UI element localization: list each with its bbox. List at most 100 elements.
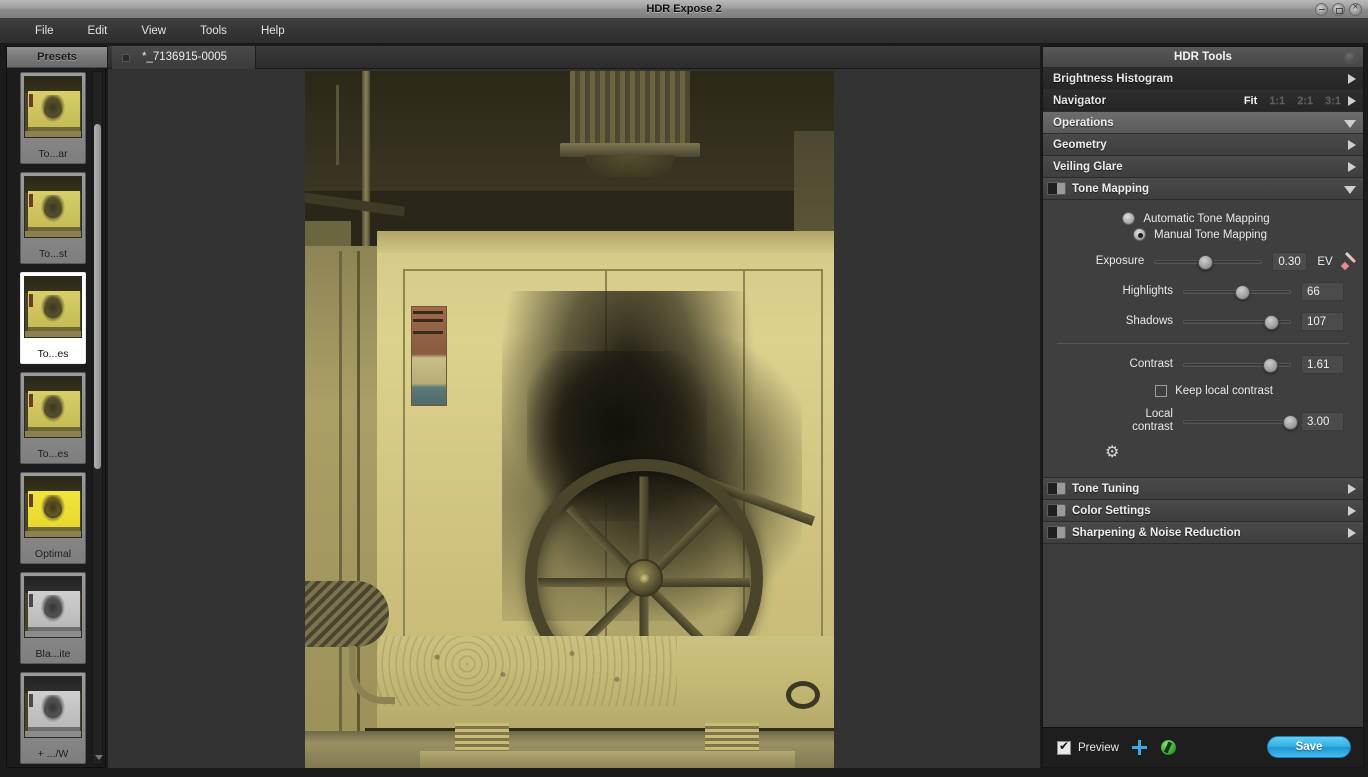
panel-options-icon[interactable] <box>1344 51 1357 64</box>
menu-bar: File Edit View Tools Help <box>0 19 1368 44</box>
sharpening-enable-toggle[interactable] <box>1047 526 1066 539</box>
automatic-tone-mapping-option[interactable]: Automatic Tone Mapping <box>1029 212 1363 225</box>
slider-thumb[interactable] <box>1283 414 1298 430</box>
preset-item[interactable]: To...es <box>20 372 86 464</box>
radio-icon[interactable] <box>1122 212 1136 225</box>
manual-tone-mapping-option[interactable]: Manual Tone Mapping <box>1037 228 1363 241</box>
slider-thumb[interactable] <box>1264 315 1279 330</box>
window-title: HDR Expose 2 <box>646 3 722 15</box>
section-operations[interactable]: Operations <box>1043 112 1363 134</box>
section-navigator[interactable]: Navigator Fit 1:1 2:1 3:1 <box>1043 90 1363 112</box>
contrast-value[interactable]: 1.61 <box>1301 355 1344 374</box>
color-settings-enable-toggle[interactable] <box>1047 504 1066 517</box>
eyedropper-icon[interactable] <box>1341 253 1355 271</box>
maximize-icon[interactable] <box>1332 3 1345 16</box>
section-label: Tone Mapping <box>1072 182 1150 195</box>
slider-label: Local contrast <box>1043 408 1183 434</box>
chevron-right-icon[interactable] <box>1348 140 1356 150</box>
chevron-down-icon[interactable] <box>1344 186 1356 194</box>
slider-thumb[interactable] <box>1235 285 1250 300</box>
preset-label: To...ar <box>38 148 68 160</box>
menu-item-edit[interactable]: Edit <box>71 22 125 40</box>
slider-label: Exposure <box>1095 255 1145 267</box>
option-label: Automatic Tone Mapping <box>1143 212 1270 225</box>
section-label: Operations <box>1053 116 1114 129</box>
zoom-1to1-button[interactable]: 1:1 <box>1269 95 1285 107</box>
sync-icon[interactable] <box>1160 740 1176 755</box>
preset-thumbnail <box>24 176 82 238</box>
preset-item[interactable]: + .../W <box>20 672 86 764</box>
chevron-right-icon[interactable] <box>1348 74 1356 84</box>
slider-thumb[interactable] <box>1263 358 1278 373</box>
chevron-down-icon[interactable] <box>1344 120 1356 128</box>
chevron-right-icon[interactable] <box>1348 506 1356 516</box>
highlights-value[interactable]: 66 <box>1301 282 1344 301</box>
preset-thumbnail <box>24 476 82 538</box>
preset-item[interactable]: To...st <box>20 172 86 264</box>
chevron-right-icon[interactable] <box>1348 528 1356 538</box>
document-tab[interactable]: *_7136915-0005 <box>112 46 256 69</box>
save-button[interactable]: Save <box>1267 736 1351 758</box>
advanced-options-row <box>1043 442 1363 467</box>
local-contrast-value[interactable]: 3.00 <box>1301 411 1344 431</box>
preset-item[interactable]: Optimal <box>20 472 86 564</box>
chevron-down-icon[interactable] <box>95 755 103 760</box>
image-canvas[interactable] <box>108 69 1040 768</box>
preset-item-selected[interactable]: To...es <box>20 272 86 364</box>
scrollbar-thumb[interactable] <box>94 124 101 469</box>
preset-item[interactable]: Bla...ite <box>20 572 86 664</box>
highlights-slider[interactable] <box>1183 285 1291 300</box>
preset-thumbnail <box>24 676 82 738</box>
zoom-fit-button[interactable]: Fit <box>1244 95 1257 107</box>
preview-checkbox[interactable] <box>1057 739 1071 755</box>
application-window: HDR Expose 2 File Edit View Tools Help P… <box>0 0 1368 777</box>
local-contrast-slider[interactable] <box>1183 414 1298 430</box>
zoom-2to1-button[interactable]: 2:1 <box>1297 95 1313 107</box>
preset-thumbnail <box>24 376 82 438</box>
menu-item-help[interactable]: Help <box>244 22 302 40</box>
preset-item[interactable]: To...ar <box>20 72 86 164</box>
exposure-value[interactable]: 0.30 <box>1272 252 1308 271</box>
exposure-unit: EV <box>1317 255 1333 268</box>
section-sharpening-noise-reduction[interactable]: Sharpening & Noise Reduction <box>1043 522 1363 544</box>
exposure-slider[interactable] <box>1154 255 1263 270</box>
menu-item-file[interactable]: File <box>18 22 71 40</box>
menu-item-view[interactable]: View <box>124 22 183 40</box>
shadows-slider[interactable] <box>1183 315 1291 330</box>
section-tone-mapping[interactable]: Tone Mapping <box>1043 178 1363 200</box>
preset-thumbnail <box>24 76 82 138</box>
section-tone-tuning[interactable]: Tone Tuning <box>1043 478 1363 500</box>
plus-icon[interactable] <box>1131 740 1147 755</box>
presets-scrollbar[interactable] <box>92 71 103 765</box>
keep-local-contrast-checkbox[interactable] <box>1155 385 1168 397</box>
section-label: Brightness Histogram <box>1053 72 1174 85</box>
section-geometry[interactable]: Geometry <box>1043 134 1363 156</box>
preset-label: To...es <box>37 348 69 360</box>
slider-thumb[interactable] <box>1198 255 1214 270</box>
gear-icon[interactable] <box>1105 442 1119 462</box>
preset-label: Optimal <box>34 548 72 560</box>
keep-local-contrast-row[interactable]: Keep local contrast <box>1065 385 1363 397</box>
chevron-right-icon[interactable] <box>1348 162 1356 172</box>
section-label: Color Settings <box>1072 504 1151 517</box>
shadows-value[interactable]: 107 <box>1301 312 1344 331</box>
zoom-3to1-button[interactable]: 3:1 <box>1325 95 1341 107</box>
slider-label: Highlights <box>1122 285 1174 297</box>
chevron-right-icon[interactable] <box>1348 484 1356 494</box>
presets-panel: Presets To...ar To...st To...es To...es … <box>6 46 107 768</box>
panel-empty-space <box>1043 544 1363 689</box>
menu-item-tools[interactable]: Tools <box>183 22 244 40</box>
section-label: Sharpening & Noise Reduction <box>1072 526 1241 539</box>
local-contrast-slider-row: Local contrast 3.00 <box>1043 408 1363 434</box>
section-brightness-histogram[interactable]: Brightness Histogram <box>1043 68 1363 90</box>
section-veiling-glare[interactable]: Veiling Glare <box>1043 156 1363 178</box>
tone-mapping-enable-toggle[interactable] <box>1047 182 1066 195</box>
radio-icon-selected[interactable] <box>1133 228 1147 241</box>
close-icon[interactable] <box>1349 1 1362 16</box>
chevron-right-icon[interactable] <box>1348 96 1356 106</box>
contrast-slider[interactable] <box>1183 358 1291 373</box>
section-color-settings[interactable]: Color Settings <box>1043 500 1363 522</box>
tone-tuning-enable-toggle[interactable] <box>1047 482 1066 495</box>
highlights-slider-row: Highlights 66 <box>1043 282 1363 301</box>
minimize-icon[interactable] <box>1315 3 1328 16</box>
